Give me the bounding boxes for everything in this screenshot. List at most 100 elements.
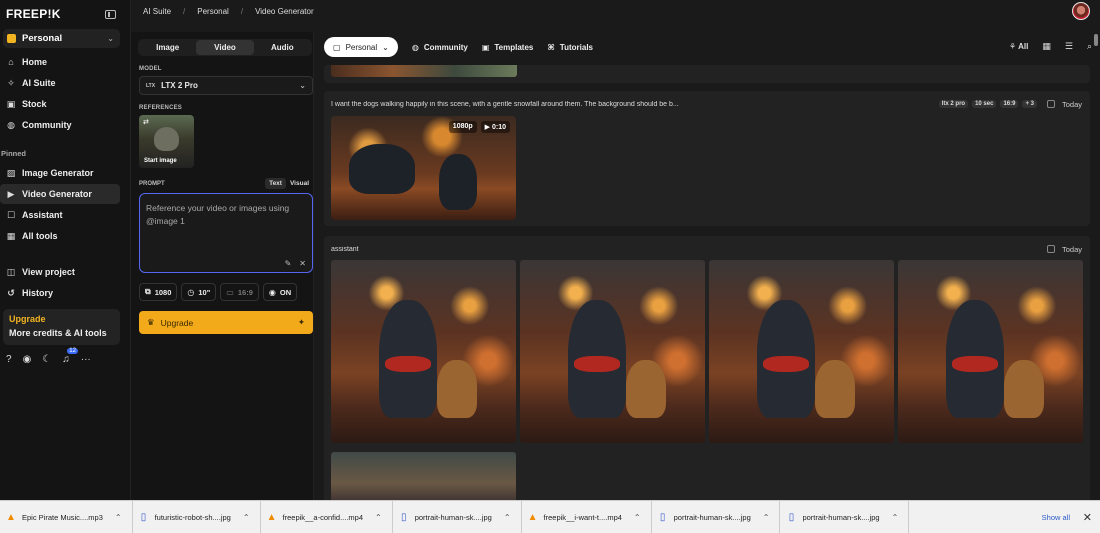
swap-icon[interactable]: ⇄ — [143, 118, 149, 126]
home-icon: ⌂ — [8, 57, 14, 67]
download-item[interactable]: ▯ portrait-human-sk....jpg ⌃ — [780, 500, 910, 533]
chevron-up-icon[interactable]: ⌃ — [892, 513, 899, 522]
chevron-up-icon[interactable]: ⌃ — [115, 513, 122, 522]
notifications-icon[interactable]: ♫ 12 — [62, 348, 78, 365]
generated-image[interactable] — [520, 260, 705, 443]
workspace-switcher[interactable]: Personal ⌄ — [3, 29, 120, 48]
sidebar-item-image-generator[interactable]: ▨ Image Generator — [0, 163, 120, 183]
freepik-logo[interactable]: FREEP!K — [6, 7, 61, 21]
tab-image[interactable]: Image — [139, 40, 196, 55]
sidebar-item-video-generator[interactable]: ▶ Video Generator — [0, 184, 120, 204]
aspect-ratio-setting[interactable]: ▭ 16:9 — [220, 283, 259, 301]
avatar[interactable] — [1072, 2, 1090, 20]
templates-icon: ▣ — [481, 42, 490, 52]
download-item[interactable]: ▯ portrait-human-sk....jpg ⌃ — [393, 500, 522, 533]
duration-icon: ◷ — [187, 287, 195, 297]
sidebar-collapse-icon[interactable] — [105, 9, 116, 19]
cat-figure — [437, 360, 477, 418]
sidebar-item-history[interactable]: ↺ History — [0, 283, 120, 303]
previous-result-thumbnail[interactable] — [331, 65, 517, 77]
all-filter-label: All — [1018, 42, 1029, 51]
breadcrumb-separator: / — [183, 6, 186, 16]
resolution-setting[interactable]: ⧉ 1080 — [139, 283, 178, 301]
select-checkbox[interactable] — [1046, 245, 1055, 253]
more-tags[interactable]: + 3 — [1022, 100, 1037, 108]
chevron-up-icon[interactable]: ⌃ — [504, 513, 511, 522]
tab-video[interactable]: Video — [196, 40, 254, 55]
generated-image[interactable] — [709, 260, 894, 443]
chevron-up-icon[interactable]: ⌃ — [763, 513, 770, 522]
workspace-filter[interactable]: ▢ Personal ⌄ — [324, 37, 398, 57]
select-checkbox[interactable] — [1046, 100, 1055, 108]
sidebar-item-stock[interactable]: ▣ Stock — [0, 94, 120, 114]
sidebar-item-community[interactable]: ◍ Community — [0, 115, 120, 135]
upgrade-button[interactable]: ♛ Upgrade ✦ — [139, 311, 313, 334]
generated-image[interactable] — [331, 260, 516, 443]
video-prompt-text[interactable]: I want the dogs walking happily in this … — [331, 101, 935, 108]
breadcrumb-personal[interactable]: Personal — [197, 7, 229, 16]
breadcrumb-separator: / — [240, 6, 244, 16]
tab-audio[interactable]: Audio — [254, 40, 311, 55]
chevron-up-icon[interactable]: ⌃ — [243, 513, 250, 522]
chevron-up-icon[interactable]: ⌃ — [375, 513, 382, 522]
chevron-down-icon: ⌄ — [299, 81, 306, 90]
prompt-input[interactable]: Reference your video or images using @im… — [139, 193, 313, 273]
duration-badge: ▶ 0:10 — [480, 121, 510, 133]
discord-icon[interactable]: ◉ — [23, 354, 32, 365]
all-filter[interactable]: ⚘ All — [1009, 42, 1028, 51]
more-icon[interactable]: ··· — [81, 354, 91, 365]
notification-count: 12 — [67, 348, 78, 354]
theme-toggle-icon[interactable]: ☾ — [42, 354, 51, 365]
filter-community[interactable]: ◍ Community — [412, 43, 468, 52]
references-label: REFERENCES — [139, 105, 183, 111]
download-item[interactable]: ▯ portrait-human-sk....jpg ⌃ — [652, 500, 781, 533]
download-item[interactable]: ▲ freepik__a-confid....mp4 ⌃ — [261, 500, 393, 533]
prompt-label: PROMPT — [139, 180, 165, 187]
download-item[interactable]: ▯ futuristic-robot-sh....jpg ⌃ — [133, 500, 261, 533]
sidebar-item-label: History — [22, 288, 54, 298]
prompt-mode-text[interactable]: Text — [265, 178, 286, 189]
model-label: MODEL — [139, 66, 162, 72]
sidebar-item-all-tools[interactable]: ▦ All tools — [0, 226, 120, 246]
model-select[interactable]: LTX LTX 2 Pro ⌄ — [139, 76, 313, 95]
search-icon[interactable]: ⌕ — [1087, 41, 1092, 52]
filter-templates[interactable]: ▣ Templates — [482, 43, 534, 52]
duration-setting[interactable]: ◷ 10" — [181, 283, 217, 301]
generation-settings: ⧉ 1080 ◷ 10" ▭ 16:9 ◉ ON — [139, 283, 313, 301]
project-icon: ◫ — [6, 266, 16, 277]
pinned-section-title: Pinned — [1, 149, 27, 158]
breadcrumb-ai-suite[interactable]: AI Suite — [143, 7, 171, 16]
sidebar-item-label: Stock — [22, 99, 47, 109]
start-image-reference[interactable]: ⇄ Start image — [139, 115, 194, 168]
grid-view-icon[interactable]: ▦ — [1042, 41, 1051, 52]
audio-setting[interactable]: ◉ ON — [262, 283, 298, 301]
download-item[interactable]: ▲ freepik__i-want-t....mp4 ⌃ — [522, 500, 652, 533]
upgrade-button-label: Upgrade — [160, 317, 194, 328]
clear-prompt-icon[interactable]: ✕ — [299, 259, 306, 268]
prompt-mode-visual[interactable]: Visual — [286, 178, 313, 189]
video-thumbnail[interactable]: 1080p ▶ 0:10 — [331, 116, 516, 220]
enhance-prompt-icon[interactable]: ✎ — [285, 259, 292, 268]
chevron-up-icon[interactable]: ⌃ — [634, 513, 641, 522]
help-icon[interactable]: ? — [6, 354, 12, 365]
breadcrumb-video-generator: Video Generator — [255, 6, 314, 16]
settings-sliders-icon[interactable]: ☰ — [1065, 41, 1073, 52]
scrollbar[interactable] — [1094, 34, 1098, 46]
download-filename: portrait-human-sk....jpg — [414, 512, 492, 522]
generated-image-partial[interactable] — [331, 452, 516, 504]
show-all-downloads[interactable]: Show all — [1042, 513, 1070, 522]
sidebar-item-assistant[interactable]: ☐ Assistant — [0, 205, 120, 225]
sidebar-item-home[interactable]: ⌂ Home — [0, 52, 120, 72]
close-icon[interactable]: ✕ — [1083, 511, 1092, 524]
ratio-icon: ▭ — [226, 287, 234, 297]
generated-image[interactable] — [898, 260, 1083, 443]
sidebar-item-label: Community — [22, 120, 72, 130]
upgrade-card[interactable]: Upgrade More credits & AI tools — [3, 309, 120, 345]
sidebar-item-ai-suite[interactable]: ✧ AI Suite — [0, 73, 120, 93]
filter-actions: ⚘ All ▦ ☰ ⌕ — [1009, 41, 1092, 52]
filter-tutorials[interactable]: ⌘ Tutorials — [547, 43, 593, 52]
cat-silhouette — [439, 154, 477, 210]
cat-figure — [626, 360, 666, 418]
download-item[interactable]: ▲ Epic Pirate Music....mp3 ⌃ — [0, 500, 133, 533]
sidebar-item-view-project[interactable]: ◫ View project — [0, 262, 120, 282]
